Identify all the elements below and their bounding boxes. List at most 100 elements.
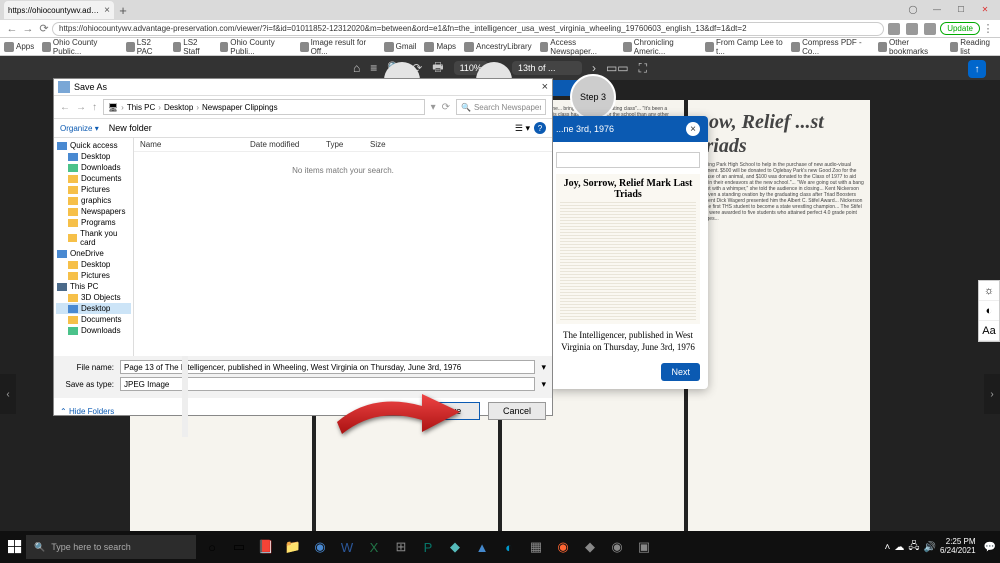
tree-item[interactable]: Pictures bbox=[56, 184, 131, 195]
app-icon[interactable]: ◆ bbox=[443, 535, 467, 559]
volume-icon[interactable]: 🔊 bbox=[924, 542, 936, 553]
forward-button[interactable]: → bbox=[20, 21, 36, 37]
tree-item[interactable]: Downloads bbox=[56, 162, 131, 173]
app-icon[interactable]: 📕 bbox=[254, 535, 278, 559]
maximize-button[interactable]: ☐ bbox=[950, 3, 972, 15]
firefox-icon[interactable]: ◉ bbox=[551, 535, 575, 559]
tree-item[interactable]: Thank you card bbox=[56, 228, 131, 248]
tree-item[interactable]: Downloads bbox=[56, 325, 131, 336]
popover-close-button[interactable]: × bbox=[686, 122, 700, 136]
bookmark-item[interactable]: Gmail bbox=[384, 42, 417, 52]
bookmark-item[interactable]: Compress PDF - Co... bbox=[791, 38, 870, 56]
refresh-icon[interactable]: ⟳ bbox=[442, 102, 450, 113]
app-icon[interactable]: ◐ bbox=[497, 535, 521, 559]
app-icon[interactable]: ▲ bbox=[470, 535, 494, 559]
bookmark-item[interactable]: Ohio County Public... bbox=[42, 38, 118, 56]
bookmark-item[interactable]: From Camp Lee to t... bbox=[705, 38, 783, 56]
view-mode-icon[interactable]: ☰ ▾ bbox=[515, 123, 530, 134]
app-icon[interactable]: ▦ bbox=[524, 535, 548, 559]
brightness-icon[interactable]: ☼ bbox=[979, 281, 999, 301]
tree-item[interactable]: 3D Objects bbox=[56, 292, 131, 303]
tour-step-active[interactable]: Step 3 bbox=[570, 74, 616, 120]
extension-icon[interactable] bbox=[924, 23, 936, 35]
file-list-area[interactable]: Name Date modified Type Size No items ma… bbox=[134, 138, 552, 356]
nav-back-icon[interactable]: ← bbox=[60, 102, 70, 113]
other-bookmarks[interactable]: Other bookmarks bbox=[878, 38, 941, 56]
taskbar-search[interactable]: 🔍 Type here to search bbox=[26, 535, 196, 559]
bookmark-item[interactable]: Image result for Off... bbox=[300, 38, 376, 56]
app-icon[interactable]: ▣ bbox=[632, 535, 656, 559]
popover-search-input[interactable] bbox=[556, 152, 700, 168]
publisher-icon[interactable]: P bbox=[416, 535, 440, 559]
close-window-button[interactable]: ✕ bbox=[974, 3, 996, 15]
col-size[interactable]: Size bbox=[364, 140, 394, 149]
tree-item[interactable]: Documents bbox=[56, 173, 131, 184]
chevron-down-icon[interactable]: ▾ bbox=[541, 379, 546, 390]
tree-item[interactable]: Desktop bbox=[56, 151, 131, 162]
chevron-down-icon[interactable]: ▾ bbox=[431, 102, 436, 113]
print-icon[interactable]: 🖶 bbox=[432, 58, 443, 79]
home-icon[interactable]: ⌂ bbox=[353, 61, 360, 75]
browser-tab[interactable]: https://ohiocountywv.advantage... × bbox=[4, 1, 114, 19]
extension-icon[interactable] bbox=[906, 23, 918, 35]
hide-folders-toggle[interactable]: ⌃ Hide Folders bbox=[60, 407, 114, 416]
cortana-icon[interactable]: ○ bbox=[200, 535, 224, 559]
tree-item-selected[interactable]: Desktop bbox=[56, 303, 131, 314]
back-button[interactable]: ← bbox=[4, 21, 20, 37]
dual-page-icon[interactable]: ▭▭ bbox=[606, 61, 629, 75]
taskview-icon[interactable]: ▭ bbox=[227, 535, 251, 559]
explorer-icon[interactable]: 📁 bbox=[281, 535, 305, 559]
bookmark-item[interactable]: LS2 Staff bbox=[173, 38, 212, 56]
scroll-top-button[interactable]: ↑ bbox=[968, 60, 986, 78]
bookmark-item[interactable]: Maps bbox=[424, 42, 456, 52]
col-name[interactable]: Name bbox=[134, 140, 244, 149]
tree-item[interactable]: graphics bbox=[56, 195, 131, 206]
new-folder-button[interactable]: New folder bbox=[109, 123, 152, 133]
tree-item[interactable]: Documents bbox=[56, 314, 131, 325]
cancel-button[interactable]: Cancel bbox=[488, 402, 546, 420]
next-button[interactable]: Next bbox=[661, 363, 700, 381]
chevron-right-icon[interactable]: › bbox=[592, 61, 596, 75]
start-button[interactable] bbox=[4, 536, 26, 558]
tree-quick-access[interactable]: Quick access bbox=[56, 140, 131, 151]
col-date[interactable]: Date modified bbox=[244, 140, 320, 149]
tree-item[interactable]: Newspapers bbox=[56, 206, 131, 217]
nav-up-icon[interactable]: ↑ bbox=[92, 102, 97, 113]
kebab-menu-icon[interactable]: ⋮ bbox=[980, 21, 996, 37]
font-size-icon[interactable]: Aa bbox=[979, 321, 999, 341]
tree-item[interactable]: Pictures bbox=[56, 270, 131, 281]
page-indicator[interactable]: 13th of ... bbox=[512, 61, 582, 75]
update-button[interactable]: Update bbox=[940, 22, 980, 35]
app-icon[interactable]: ⊞ bbox=[389, 535, 413, 559]
chrome-icon[interactable]: ◉ bbox=[308, 535, 332, 559]
bookmark-item[interactable]: AncestryLibrary bbox=[464, 42, 532, 52]
word-icon[interactable]: W bbox=[335, 535, 359, 559]
minimize-button[interactable]: — bbox=[926, 3, 948, 15]
nav-forward-icon[interactable]: → bbox=[76, 102, 86, 113]
tree-onedrive[interactable]: OneDrive bbox=[56, 248, 131, 259]
new-tab-button[interactable]: + bbox=[114, 1, 132, 19]
bookmark-item[interactable]: LS2 PAC bbox=[126, 38, 165, 56]
tree-thispc[interactable]: This PC bbox=[56, 281, 131, 292]
carousel-next-button[interactable]: › bbox=[984, 374, 1000, 414]
tray-overflow-icon[interactable]: ˄ bbox=[885, 542, 891, 553]
chevron-down-icon[interactable]: ▾ bbox=[541, 362, 546, 373]
app-icon[interactable]: ◆ bbox=[578, 535, 602, 559]
newspaper-page-thumb[interactable]: ...ow, Relief ...st Triads Wheeling Park… bbox=[688, 100, 870, 536]
onedrive-tray-icon[interactable]: ☁ bbox=[894, 542, 904, 553]
url-field[interactable]: https://ohiocountywv.advantage-preservat… bbox=[52, 22, 884, 36]
bookmark-item[interactable]: Ohio County Publi... bbox=[220, 38, 292, 56]
fullscreen-icon[interactable]: ⛶ bbox=[639, 61, 647, 76]
network-icon[interactable]: 🖧 bbox=[908, 539, 919, 556]
tree-item[interactable]: Programs bbox=[56, 217, 131, 228]
bookmark-item[interactable]: Access Newspaper... bbox=[540, 38, 615, 56]
breadcrumb[interactable]: 🖥› This PC› Desktop› Newspaper Clippings bbox=[103, 99, 425, 115]
close-tab-icon[interactable]: × bbox=[104, 5, 110, 16]
tree-item[interactable]: Desktop bbox=[56, 259, 131, 270]
contrast-icon[interactable]: ◐ bbox=[979, 301, 999, 321]
notifications-icon[interactable]: 💬 bbox=[984, 542, 996, 553]
folder-tree[interactable]: Quick access Desktop Downloads Documents… bbox=[54, 138, 134, 356]
col-type[interactable]: Type bbox=[320, 140, 364, 149]
organize-dropdown[interactable]: Organize ▾ bbox=[60, 124, 99, 133]
excel-icon[interactable]: X bbox=[362, 535, 386, 559]
